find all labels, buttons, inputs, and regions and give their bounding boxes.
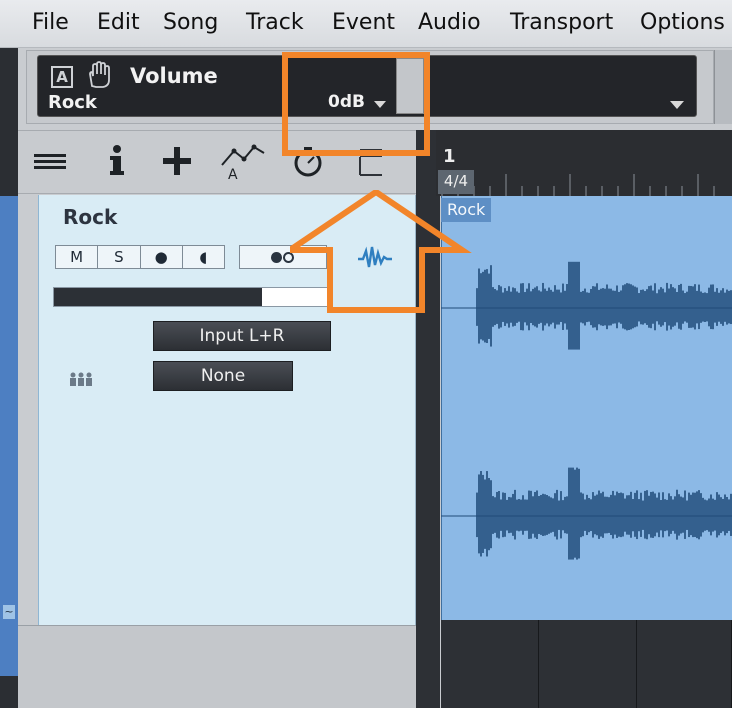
menu-event[interactable]: Event bbox=[332, 10, 395, 35]
svg-text:A: A bbox=[228, 167, 238, 181]
left-strip: ~ bbox=[0, 48, 18, 708]
bar-number: 1 bbox=[443, 146, 456, 167]
panel-divider bbox=[714, 50, 732, 124]
lane[interactable] bbox=[637, 620, 732, 708]
parameter-track-name: Rock bbox=[48, 92, 97, 113]
menu-track[interactable]: Track bbox=[246, 10, 304, 35]
filled-dot-icon bbox=[271, 252, 282, 263]
level-meter-fill bbox=[54, 288, 263, 306]
automation-a-icon[interactable]: A bbox=[51, 66, 73, 88]
expand-icon[interactable]: ~ bbox=[2, 604, 16, 620]
menu-file[interactable]: File bbox=[32, 10, 69, 35]
parameter-name: Volume bbox=[130, 64, 218, 88]
list-icon[interactable] bbox=[32, 141, 68, 181]
monitor-button[interactable]: ◖ bbox=[183, 246, 224, 268]
menu-transport[interactable]: Transport bbox=[510, 10, 613, 35]
menu-audio[interactable]: Audio bbox=[418, 10, 481, 35]
track-list-empty-area bbox=[18, 625, 436, 708]
track-name[interactable]: Rock bbox=[63, 205, 117, 229]
empty-lanes bbox=[441, 620, 732, 708]
up-arrow-annotation bbox=[290, 190, 472, 313]
track-button-group: M S ● ◖ bbox=[55, 245, 225, 269]
add-icon[interactable] bbox=[160, 141, 194, 181]
menu-bar: File Edit Song Track Event Audio Transpo… bbox=[0, 0, 732, 48]
lane[interactable] bbox=[539, 620, 637, 708]
hand-icon[interactable] bbox=[84, 60, 114, 90]
ruler-ticks bbox=[441, 174, 715, 196]
menu-song[interactable]: Song bbox=[163, 10, 218, 35]
automation-icon[interactable]: A bbox=[220, 141, 266, 181]
menu-edit[interactable]: Edit bbox=[97, 10, 140, 35]
mute-button[interactable]: M bbox=[56, 246, 99, 268]
people-icon bbox=[70, 372, 92, 386]
input-select-button[interactable]: Input L+R bbox=[153, 321, 331, 351]
output-select-button[interactable]: None bbox=[153, 361, 293, 391]
daw-window: File Edit Song Track Event Audio Transpo… bbox=[0, 0, 732, 708]
info-icon[interactable] bbox=[102, 141, 132, 181]
timeline-ruler[interactable] bbox=[436, 130, 732, 196]
parameter-dropdown-icon[interactable] bbox=[670, 101, 684, 109]
highlight-box bbox=[282, 52, 430, 156]
solo-button[interactable]: S bbox=[98, 246, 141, 268]
lane[interactable] bbox=[441, 620, 539, 708]
menu-options[interactable]: Options bbox=[640, 10, 725, 35]
level-meter bbox=[53, 287, 329, 307]
record-arm-button[interactable]: ● bbox=[141, 246, 183, 268]
